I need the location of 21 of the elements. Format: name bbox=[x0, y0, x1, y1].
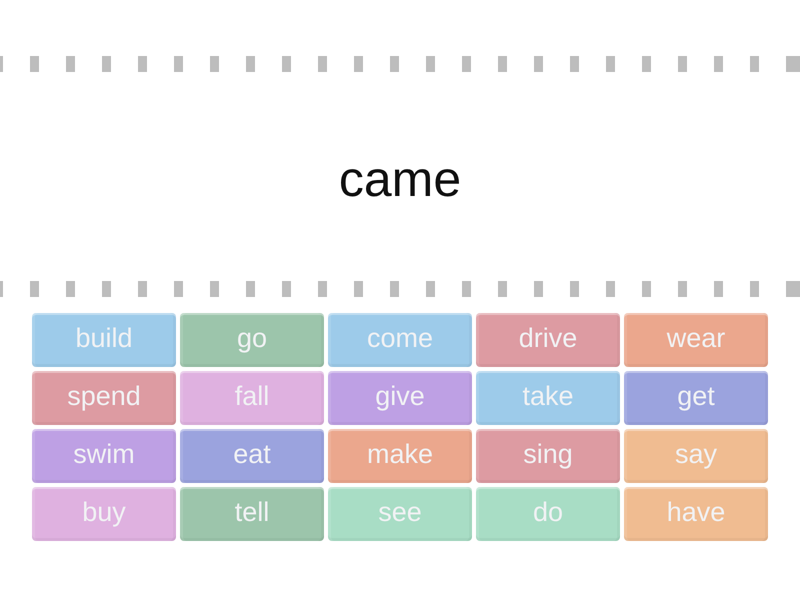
word-tile[interactable]: do bbox=[476, 487, 620, 541]
word-tile[interactable]: come bbox=[328, 313, 472, 367]
word-tile[interactable]: get bbox=[624, 371, 768, 425]
word-tile[interactable]: take bbox=[476, 371, 620, 425]
word-tile[interactable]: eat bbox=[180, 429, 324, 483]
word-tile[interactable]: buy bbox=[32, 487, 176, 541]
word-tile[interactable]: go bbox=[180, 313, 324, 367]
word-tile[interactable]: sing bbox=[476, 429, 620, 483]
word-tile[interactable]: make bbox=[328, 429, 472, 483]
word-tile[interactable]: tell bbox=[180, 487, 324, 541]
prompt-word: came bbox=[338, 150, 462, 204]
word-tile[interactable]: drive bbox=[476, 313, 620, 367]
word-tile[interactable]: say bbox=[624, 429, 768, 483]
word-tile[interactable]: swim bbox=[32, 429, 176, 483]
word-tile[interactable]: fall bbox=[180, 371, 324, 425]
word-tile[interactable]: see bbox=[328, 487, 472, 541]
word-tile[interactable]: spend bbox=[32, 371, 176, 425]
word-tile[interactable]: have bbox=[624, 487, 768, 541]
word-tile[interactable]: build bbox=[32, 313, 176, 367]
word-tile[interactable]: give bbox=[328, 371, 472, 425]
word-tile[interactable]: wear bbox=[624, 313, 768, 367]
